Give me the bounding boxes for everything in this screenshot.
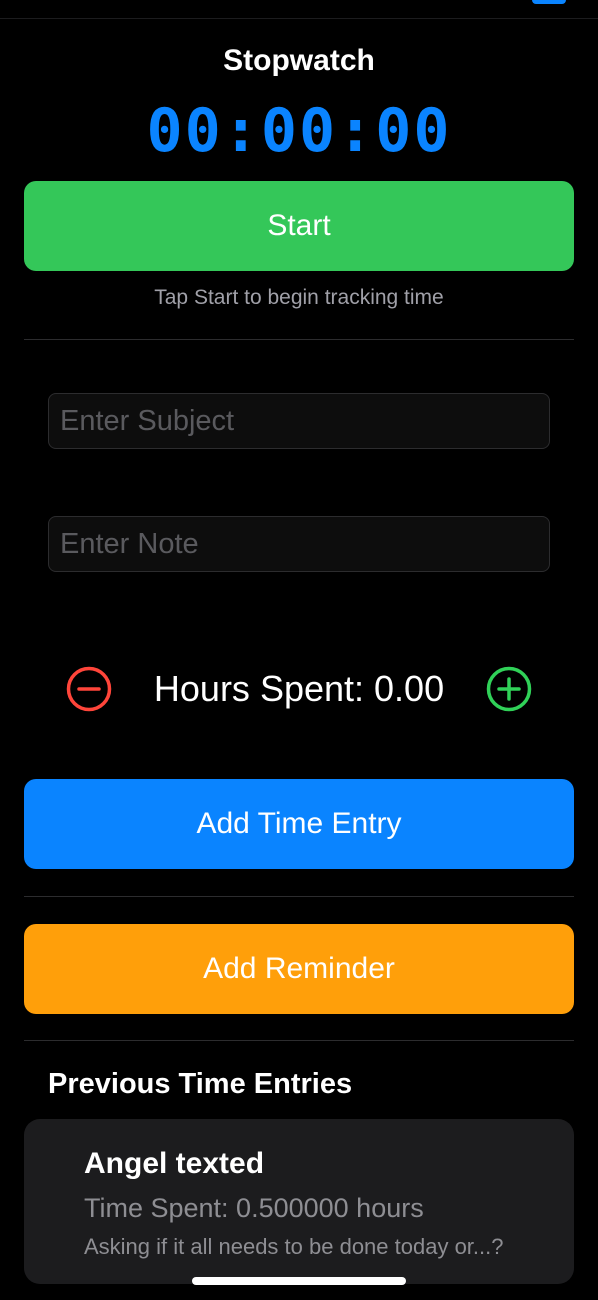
divider <box>24 339 574 340</box>
add-time-entry-button[interactable]: Add Time Entry <box>24 779 574 869</box>
top-corner-element <box>532 0 566 4</box>
add-reminder-button[interactable]: Add Reminder <box>24 924 574 1014</box>
divider <box>24 1040 574 1041</box>
subject-input[interactable] <box>48 393 550 449</box>
note-input[interactable] <box>48 516 550 572</box>
entry-note: Asking if it all needs to be done today … <box>84 1234 504 1259</box>
start-button[interactable]: Start <box>24 181 574 271</box>
stopwatch-title: Stopwatch <box>223 44 375 77</box>
plus-circle-icon <box>486 666 532 712</box>
top-divider <box>0 18 598 19</box>
stopwatch-time: 00:00:00 <box>146 96 452 166</box>
entry-time-spent: Time Spent: 0.500000 hours <box>84 1193 424 1223</box>
time-entry-card[interactable]: Angel texted Time Spent: 0.500000 hours … <box>24 1119 574 1284</box>
home-indicator[interactable] <box>192 1277 406 1285</box>
divider <box>24 896 574 897</box>
previous-entries-title: Previous Time Entries <box>48 1068 353 1100</box>
entry-subject: Angel texted <box>84 1147 265 1180</box>
increment-hours-button[interactable] <box>486 666 532 712</box>
start-hint: Tap Start to begin tracking time <box>154 286 444 309</box>
